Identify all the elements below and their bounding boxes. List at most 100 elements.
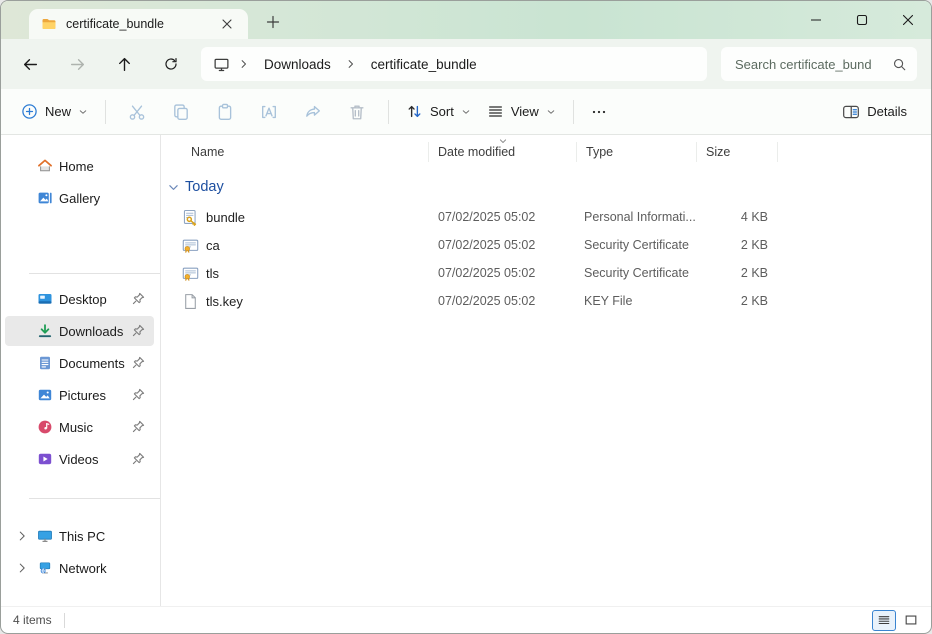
breadcrumb-chevron-icon[interactable]	[238, 58, 250, 70]
videos-icon	[37, 451, 53, 467]
sidebar-item-label: Downloads	[59, 324, 123, 339]
column-headers: Name Date modified Type Size	[161, 138, 931, 165]
pfx-certificate-icon	[182, 209, 199, 226]
pin-icon	[131, 387, 146, 402]
file-row-tls[interactable]: tls 07/02/2025 05:02 Security Certificat…	[161, 259, 931, 287]
search-box[interactable]	[721, 47, 917, 81]
expand-chevron-icon[interactable]	[15, 529, 29, 543]
forward-button[interactable]	[60, 47, 94, 81]
pin-icon	[131, 419, 146, 434]
chevron-down-icon	[461, 107, 471, 117]
file-name: tls	[206, 266, 219, 281]
file-type: KEY File	[577, 294, 697, 308]
sidebar-item-documents[interactable]: Documents	[5, 348, 154, 378]
status-bar: 4 items	[1, 606, 931, 633]
file-row-ca[interactable]: ca 07/02/2025 05:02 Security Certificate…	[161, 231, 931, 259]
paste-button[interactable]	[203, 97, 247, 127]
address-bar[interactable]: Downloads certificate_bundle	[201, 47, 707, 81]
file-date: 07/02/2025 05:02	[429, 266, 577, 280]
sidebar-item-this-pc[interactable]: This PC	[5, 521, 154, 551]
new-button-label: New	[45, 104, 71, 119]
this-pc-breadcrumb-icon[interactable]	[213, 56, 230, 73]
search-input[interactable]	[735, 57, 892, 72]
sidebar-item-label: Videos	[59, 452, 99, 467]
sidebar-item-label: Documents	[59, 356, 125, 371]
search-icon[interactable]	[892, 57, 907, 72]
file-row-bundle[interactable]: bundle 07/02/2025 05:02 Personal Informa…	[161, 203, 931, 231]
sidebar-item-downloads[interactable]: Downloads	[5, 316, 154, 346]
maximize-button[interactable]	[839, 1, 885, 39]
thumbnail-view-toggle[interactable]	[899, 610, 923, 631]
breadcrumb-downloads[interactable]: Downloads	[258, 55, 337, 74]
network-icon	[37, 560, 53, 576]
sort-direction-chevron-icon	[497, 135, 509, 147]
sidebar-item-gallery[interactable]: Gallery	[5, 183, 154, 213]
up-button[interactable]	[107, 47, 141, 81]
view-lines-icon	[487, 103, 504, 120]
explorer-tab[interactable]: certificate_bundle	[29, 9, 248, 39]
expand-chevron-icon[interactable]	[15, 561, 29, 575]
sidebar-item-pictures[interactable]: Pictures	[5, 380, 154, 410]
sort-button-label: Sort	[430, 104, 454, 119]
downloads-icon	[37, 323, 53, 339]
tab-title: certificate_bundle	[66, 17, 207, 31]
chevron-down-icon[interactable]	[167, 181, 180, 194]
breadcrumb-current-folder[interactable]: certificate_bundle	[365, 55, 483, 74]
file-explorer-window: certificate_bundle	[0, 0, 932, 634]
column-header-type[interactable]: Type	[577, 142, 697, 162]
sidebar-spacer	[1, 215, 160, 263]
chevron-down-icon	[78, 107, 88, 117]
sidebar-item-network[interactable]: Network	[5, 553, 154, 583]
title-bar: certificate_bundle	[1, 1, 931, 39]
tab-close-icon[interactable]	[216, 13, 238, 35]
column-header-size[interactable]: Size	[697, 142, 778, 162]
view-button[interactable]: View	[479, 97, 564, 126]
toolbar-separator	[105, 100, 106, 124]
view-button-label: View	[511, 104, 539, 119]
column-header-name[interactable]: Name	[161, 142, 429, 162]
status-separator	[64, 613, 65, 628]
breadcrumb-chevron-icon[interactable]	[345, 58, 357, 70]
pin-icon	[131, 451, 146, 466]
details-button-label: Details	[867, 104, 907, 119]
rename-button[interactable]	[247, 97, 291, 127]
gallery-icon	[37, 190, 53, 206]
details-view-toggle[interactable]	[872, 610, 896, 631]
cut-button[interactable]	[115, 97, 159, 127]
group-header-today[interactable]: Today	[167, 175, 931, 199]
sidebar-item-label: Desktop	[59, 292, 107, 307]
sidebar-item-videos[interactable]: Videos	[5, 444, 154, 474]
refresh-button[interactable]	[154, 47, 188, 81]
file-size: 2 KB	[697, 238, 778, 252]
share-button[interactable]	[291, 97, 335, 127]
music-icon	[37, 419, 53, 435]
sidebar-item-label: Pictures	[59, 388, 106, 403]
details-pane-button[interactable]: Details	[834, 97, 915, 127]
sidebar-item-music[interactable]: Music	[5, 412, 154, 442]
sidebar-item-home[interactable]: Home	[5, 151, 154, 181]
sidebar-item-label: This PC	[59, 529, 105, 544]
ellipsis-icon	[591, 104, 607, 120]
column-header-date-modified[interactable]: Date modified	[429, 142, 577, 162]
back-button[interactable]	[13, 47, 47, 81]
file-name: bundle	[206, 210, 245, 225]
file-name: ca	[206, 238, 220, 253]
minimize-button[interactable]	[793, 1, 839, 39]
file-type: Security Certificate	[577, 266, 697, 280]
sidebar-item-label: Music	[59, 420, 93, 435]
file-row-tls-key[interactable]: tls.key 07/02/2025 05:02 KEY File 2 KB	[161, 287, 931, 315]
pin-icon	[131, 291, 146, 306]
file-size: 2 KB	[697, 294, 778, 308]
sidebar-item-desktop[interactable]: Desktop	[5, 284, 154, 314]
close-button[interactable]	[885, 1, 931, 39]
explorer-body: Home Gallery Desktop	[1, 135, 931, 606]
more-options-button[interactable]	[583, 98, 615, 126]
copy-button[interactable]	[159, 97, 203, 127]
new-tab-button[interactable]	[260, 9, 286, 35]
sort-button[interactable]: Sort	[398, 97, 479, 126]
delete-button[interactable]	[335, 97, 379, 127]
new-button[interactable]: New	[13, 97, 96, 126]
file-size: 4 KB	[697, 210, 778, 224]
file-list-pane: Name Date modified Type Size	[161, 135, 931, 606]
generic-file-icon	[182, 293, 199, 310]
